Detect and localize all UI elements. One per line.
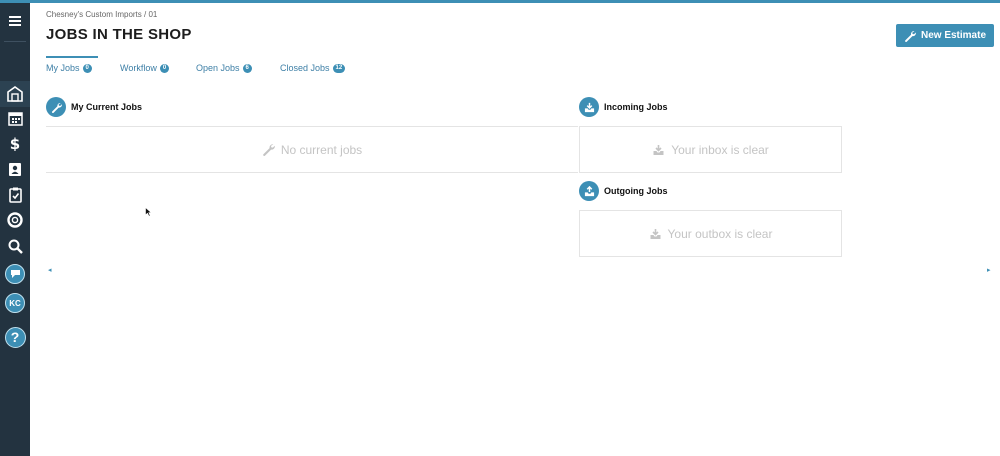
new-estimate-label: New Estimate — [920, 30, 987, 41]
scroll-right-arrow[interactable]: ▸ — [987, 266, 991, 274]
chat-button[interactable] — [4, 263, 26, 285]
active-tab-indicator — [46, 56, 98, 58]
user-avatar-button[interactable]: KC — [4, 292, 26, 314]
tab-label: My Jobs — [46, 63, 80, 73]
sidebar: $ KC ? — [0, 3, 30, 456]
lifebuoy-icon[interactable] — [4, 209, 26, 231]
outbox-icon — [650, 228, 661, 239]
scroll-left-arrow[interactable]: ◂ — [48, 266, 52, 274]
avatar: KC — [5, 293, 25, 313]
tab-label: Closed Jobs — [280, 63, 330, 73]
contacts-icon[interactable] — [4, 158, 26, 180]
incoming-jobs-header: Incoming Jobs — [579, 97, 668, 117]
clipboard-icon[interactable] — [4, 184, 26, 206]
panel-title: Outgoing Jobs — [604, 186, 668, 196]
tab-label: Open Jobs — [196, 63, 240, 73]
count-badge: 12 — [332, 63, 346, 73]
outbox-icon — [579, 181, 599, 201]
sidebar-divider — [4, 41, 26, 42]
new-estimate-button[interactable]: New Estimate — [896, 24, 994, 47]
wrench-icon — [263, 144, 275, 156]
empty-message: Your inbox is clear — [671, 142, 769, 157]
svg-text:$: $ — [10, 135, 20, 151]
count-badge: 6 — [242, 63, 252, 73]
job-tabs: My Jobs 0 Workflow 0 Open Jobs 6 Closed … — [46, 56, 986, 78]
chat-icon — [5, 264, 25, 284]
empty-message: No current jobs — [280, 142, 363, 157]
wrench-icon — [905, 30, 916, 42]
shop-icon[interactable] — [4, 83, 26, 105]
inbox-icon — [653, 144, 664, 155]
tab-workflow[interactable]: Workflow 0 — [120, 63, 170, 73]
breadcrumb[interactable]: Chesney's Custom Imports / 01 — [46, 10, 157, 19]
panel-title: Incoming Jobs — [604, 102, 668, 112]
wrench-icon — [46, 97, 66, 117]
top-accent-bar — [0, 0, 1000, 3]
tab-closed-jobs[interactable]: Closed Jobs 12 — [280, 63, 346, 73]
help-icon: ? — [4, 326, 26, 348]
outgoing-jobs-empty-state: Your outbox is clear — [579, 210, 842, 257]
tab-label: Workflow — [120, 63, 157, 73]
inbox-icon — [579, 97, 599, 117]
calendar-icon[interactable] — [4, 107, 26, 129]
tab-my-jobs[interactable]: My Jobs 0 — [46, 63, 92, 73]
search-icon[interactable] — [4, 235, 26, 257]
help-button[interactable]: ? — [4, 326, 26, 348]
dollar-icon[interactable]: $ — [4, 132, 26, 154]
count-badge: 0 — [82, 63, 92, 73]
incoming-jobs-empty-state: Your inbox is clear — [579, 126, 842, 173]
outgoing-jobs-header: Outgoing Jobs — [579, 181, 668, 201]
count-badge: 0 — [159, 63, 170, 73]
panel-title: My Current Jobs — [71, 102, 143, 112]
page-title: JOBS IN THE SHOP — [46, 26, 192, 43]
current-jobs-header: My Current Jobs — [46, 97, 142, 117]
mouse-cursor-icon — [145, 207, 152, 217]
empty-message: Your outbox is clear — [667, 226, 773, 241]
current-jobs-empty-state: No current jobs — [46, 126, 578, 173]
tab-open-jobs[interactable]: Open Jobs 6 — [196, 63, 252, 73]
menu-icon[interactable] — [4, 10, 26, 32]
